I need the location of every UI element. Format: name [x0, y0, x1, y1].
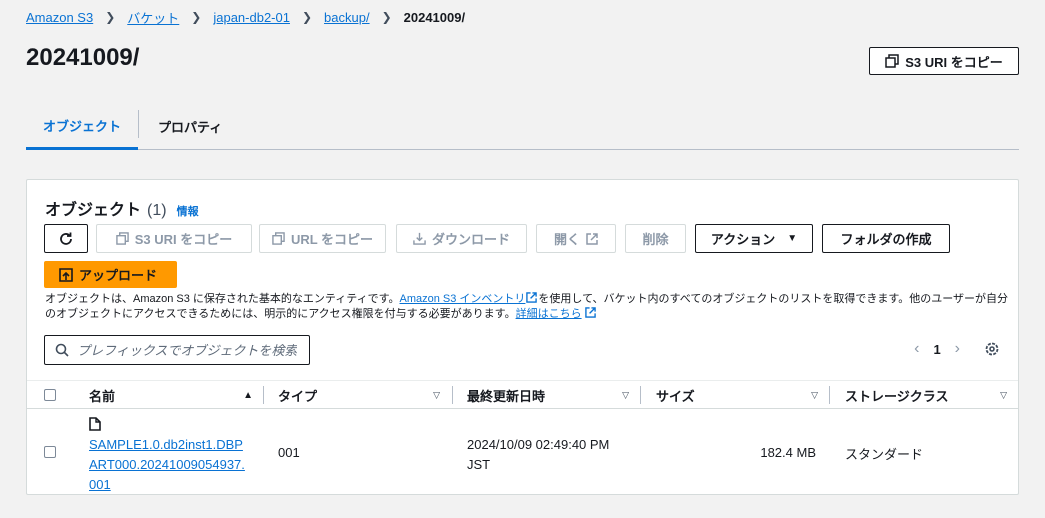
create-folder-label: フォルダの作成	[840, 232, 932, 247]
open-label: 開く	[553, 232, 580, 247]
prev-page-icon[interactable]: ‹	[914, 340, 919, 358]
panel-title: オブジェクト	[45, 202, 142, 219]
next-page-icon[interactable]: ›	[955, 340, 960, 358]
copy-s3-uri-toolbar-button[interactable]: S3 URI をコピー	[96, 224, 252, 253]
download-button[interactable]: ダウンロード	[396, 224, 527, 253]
copy-s3-uri-button[interactable]: S3 URI をコピー	[869, 47, 1019, 75]
chevron-right-icon: ❯	[381, 10, 392, 24]
copy-s3-uri-label: S3 URI をコピー	[134, 232, 233, 247]
search-icon	[55, 343, 69, 357]
breadcrumb-folder[interactable]: backup/	[324, 10, 370, 25]
column-divider	[640, 386, 641, 404]
tabs: オブジェクト プロパティ	[26, 104, 1019, 150]
upload-icon	[59, 267, 73, 282]
file-icon	[89, 417, 101, 431]
page-number[interactable]: 1	[933, 342, 940, 357]
column-header-storage-class[interactable]: ストレージクラス ▽	[845, 381, 1007, 409]
select-all-checkbox[interactable]	[44, 381, 56, 409]
object-type: 001	[278, 445, 300, 460]
learn-more-link[interactable]: 詳細はこちら	[516, 308, 582, 320]
column-divider	[263, 386, 264, 404]
description-text: オブジェクトは、Amazon S3 に保存された基本的なエンティティです。	[45, 293, 400, 305]
column-header-last-modified[interactable]: 最終更新日時 ▽	[467, 381, 629, 409]
sort-icon: ▽	[622, 390, 629, 400]
last-modified-timezone: JST	[467, 457, 491, 472]
breadcrumb-buckets[interactable]: バケット	[127, 8, 179, 27]
column-header-name[interactable]: 名前 ▲	[89, 381, 253, 409]
table-header: 名前 ▲ タイプ ▽ 最終更新日時 ▽ サイズ ▽ ストレージクラス ▽	[27, 380, 1018, 409]
tab-properties[interactable]: プロパティ	[158, 104, 222, 149]
tab-divider	[138, 110, 139, 138]
download-icon	[413, 232, 426, 245]
object-name-link[interactable]: SAMPLE1.0.db2inst1.DBPART000.20241009054…	[89, 435, 249, 495]
open-button[interactable]: 開く	[536, 224, 616, 253]
column-header-type[interactable]: タイプ ▽	[278, 381, 440, 409]
actions-dropdown[interactable]: アクション ▼	[695, 224, 813, 253]
chevron-right-icon: ❯	[105, 10, 116, 24]
sort-icon: ▽	[433, 390, 440, 400]
page-title: 20241009/	[26, 44, 140, 71]
object-last-modified: 2024/10/09 02:49:40 PM JST	[467, 435, 609, 475]
copy-icon	[885, 54, 899, 68]
object-size: 182.4 MB	[760, 445, 816, 460]
tab-label: プロパティ	[158, 120, 223, 135]
sort-icon: ▽	[811, 390, 818, 400]
copy-icon	[272, 232, 285, 245]
column-label: タイプ	[278, 388, 318, 404]
objects-description: オブジェクトは、Amazon S3 に保存された基本的なエンティティです。Ama…	[45, 292, 1010, 322]
copy-url-button[interactable]: URL をコピー	[259, 224, 386, 253]
row-checkbox[interactable]	[44, 446, 56, 461]
sort-ascending-icon: ▲	[243, 390, 253, 401]
tab-label: オブジェクト	[42, 119, 121, 134]
search-box	[44, 335, 310, 365]
panel-header: オブジェクト (1) 情報	[45, 196, 199, 220]
object-storage-class: スタンダード	[845, 447, 924, 462]
inventory-link[interactable]: Amazon S3 インベントリ	[400, 293, 526, 305]
delete-label: 削除	[642, 232, 669, 247]
create-folder-button[interactable]: フォルダの作成	[822, 224, 950, 253]
chevron-right-icon: ❯	[191, 10, 202, 24]
sort-icon: ▽	[1000, 390, 1007, 400]
column-divider	[452, 386, 453, 404]
table-body: SAMPLE1.0.db2inst1.DBPART000.20241009054…	[27, 409, 1018, 495]
download-label: ダウンロード	[431, 232, 510, 247]
column-label: 最終更新日時	[467, 388, 546, 404]
objects-panel: オブジェクト (1) 情報 S3 URI をコピー URL をコピー ダウンロー…	[26, 179, 1019, 495]
tab-objects[interactable]: オブジェクト	[26, 104, 138, 150]
checkbox[interactable]	[44, 446, 56, 458]
column-label: サイズ	[656, 388, 695, 404]
search-input[interactable]	[77, 342, 297, 358]
upload-label: アップロード	[79, 268, 158, 283]
external-link-icon	[586, 232, 598, 245]
objects-table: 名前 ▲ タイプ ▽ 最終更新日時 ▽ サイズ ▽ ストレージクラス ▽ SAM…	[27, 380, 1018, 495]
refresh-icon	[60, 232, 72, 245]
external-link-icon	[526, 292, 538, 303]
external-link-icon	[584, 307, 596, 318]
column-divider	[829, 386, 830, 404]
breadcrumb-current: 20241009/	[403, 9, 466, 25]
checkbox[interactable]	[44, 389, 56, 401]
gear-icon[interactable]	[984, 341, 1000, 357]
chevron-right-icon: ❯	[301, 10, 313, 24]
upload-button[interactable]: アップロード	[44, 261, 177, 288]
breadcrumb-amazon-s3[interactable]: Amazon S3	[26, 10, 93, 25]
object-count: (1)	[147, 202, 167, 219]
column-header-size[interactable]: サイズ ▽	[656, 381, 818, 409]
copy-icon	[115, 232, 129, 245]
breadcrumb-bucket[interactable]: japan-db2-01	[213, 10, 290, 25]
delete-button[interactable]: 削除	[625, 224, 686, 253]
refresh-button[interactable]	[44, 224, 88, 253]
column-label: ストレージクラス	[845, 388, 949, 404]
actions-label: アクション	[710, 232, 776, 247]
caret-down-icon: ▼	[787, 233, 798, 244]
table-row: SAMPLE1.0.db2inst1.DBPART000.20241009054…	[27, 409, 1018, 495]
copy-url-label: URL をコピー	[290, 232, 374, 247]
info-link[interactable]: 情報	[177, 203, 199, 219]
pagination: ‹ 1 ›	[914, 340, 1000, 358]
last-modified-datetime: 2024/10/09 02:49:40 PM	[467, 437, 610, 452]
copy-s3-uri-label: S3 URI をコピー	[905, 54, 1003, 70]
breadcrumb: Amazon S3 ❯ バケット ❯ japan-db2-01 ❯ backup…	[26, 8, 465, 26]
column-label: 名前	[89, 388, 116, 404]
